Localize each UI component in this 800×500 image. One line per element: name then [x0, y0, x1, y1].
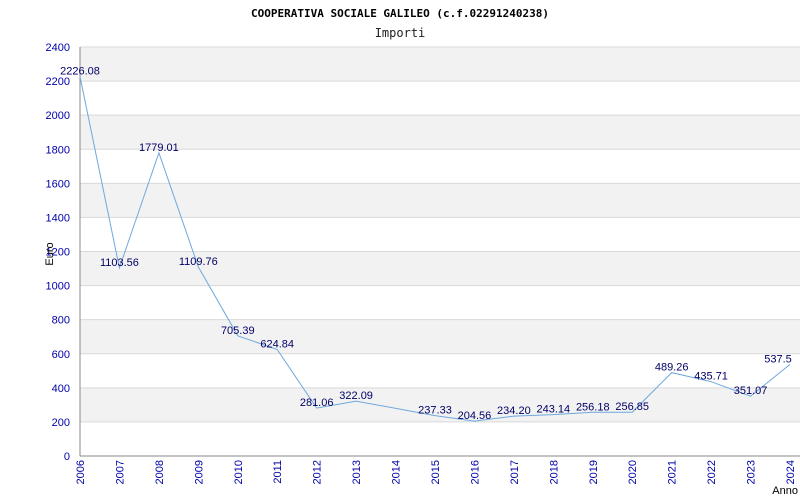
data-label: 624.84 [260, 339, 294, 351]
x-tick-label: 2007 [114, 460, 126, 484]
x-tick-labels: 2006 2007 2008 2009 2010 2011 2012 2013 2014 2015… [75, 460, 797, 484]
plot-band [80, 319, 800, 354]
x-tick-label: 2019 [588, 460, 600, 484]
y-tick-label: 2400 [46, 42, 70, 54]
y-tick-label: 2200 [46, 76, 70, 88]
data-label: 256.85 [615, 401, 649, 413]
data-label: 234.20 [497, 405, 531, 417]
y-tick-label: 0 [64, 451, 70, 463]
y-tick-label: 800 [52, 315, 70, 327]
data-label: 435.71 [694, 371, 728, 383]
x-tick-label: 2023 [746, 460, 758, 484]
x-tick-label: 2010 [233, 460, 245, 484]
plot-band [80, 183, 800, 218]
x-tick-label: 2016 [469, 460, 481, 484]
y-tick-label: 600 [52, 349, 70, 361]
x-tick-label: 2017 [509, 460, 521, 484]
y-tick-label: 400 [52, 383, 70, 395]
data-label: 281.06 [300, 397, 334, 409]
data-label: 256.18 [576, 401, 610, 413]
data-label: 1779.01 [139, 142, 179, 154]
data-label: 237.33 [418, 405, 452, 417]
x-tick-label: 2020 [627, 460, 639, 484]
data-label: 351.07 [734, 385, 768, 397]
data-label: 2226.08 [60, 66, 100, 78]
line-chart: 0200400600800100012001400160018002000220… [44, 7, 800, 497]
x-tick-label: 2009 [193, 460, 205, 484]
x-tick-label: 2013 [351, 460, 363, 484]
data-label: 243.14 [537, 404, 571, 416]
x-tick-label: 2012 [312, 460, 324, 484]
chart-subtitle: Importi [375, 26, 426, 40]
plot-band [80, 47, 800, 82]
x-tick-label: 2008 [154, 460, 166, 484]
chart-title: COOPERATIVA SOCIALE GALILEO (c.f.0229124… [251, 7, 549, 20]
x-tick-label: 2024 [785, 460, 797, 484]
data-label: 1109.76 [179, 256, 218, 268]
x-tick-label: 2022 [706, 460, 718, 484]
y-axis-label: Euro [44, 242, 56, 265]
x-tick-label: 2014 [391, 460, 403, 484]
data-label: 204.56 [458, 410, 492, 422]
data-label: 1103.56 [100, 257, 139, 269]
y-tick-label: 1000 [46, 281, 70, 293]
plot-bands [80, 47, 800, 422]
y-tick-label: 1800 [46, 144, 70, 156]
y-tick-label: 1600 [46, 178, 70, 190]
x-tick-label: 2015 [430, 460, 442, 484]
data-label: 705.39 [221, 325, 255, 337]
data-label: 489.26 [655, 362, 689, 374]
y-tick-label: 200 [52, 417, 70, 429]
x-tick-label: 2011 [272, 460, 284, 484]
x-axis-label: Anno [772, 485, 798, 497]
x-tick-label: 2018 [548, 460, 560, 484]
x-tick-label: 2021 [667, 460, 679, 484]
plot-band [80, 115, 800, 150]
y-tick-label: 1400 [46, 212, 70, 224]
y-tick-label: 2000 [46, 110, 70, 122]
data-label: 322.09 [339, 390, 373, 402]
data-label: 537.5 [764, 353, 792, 365]
x-tick-label: 2006 [75, 460, 87, 484]
